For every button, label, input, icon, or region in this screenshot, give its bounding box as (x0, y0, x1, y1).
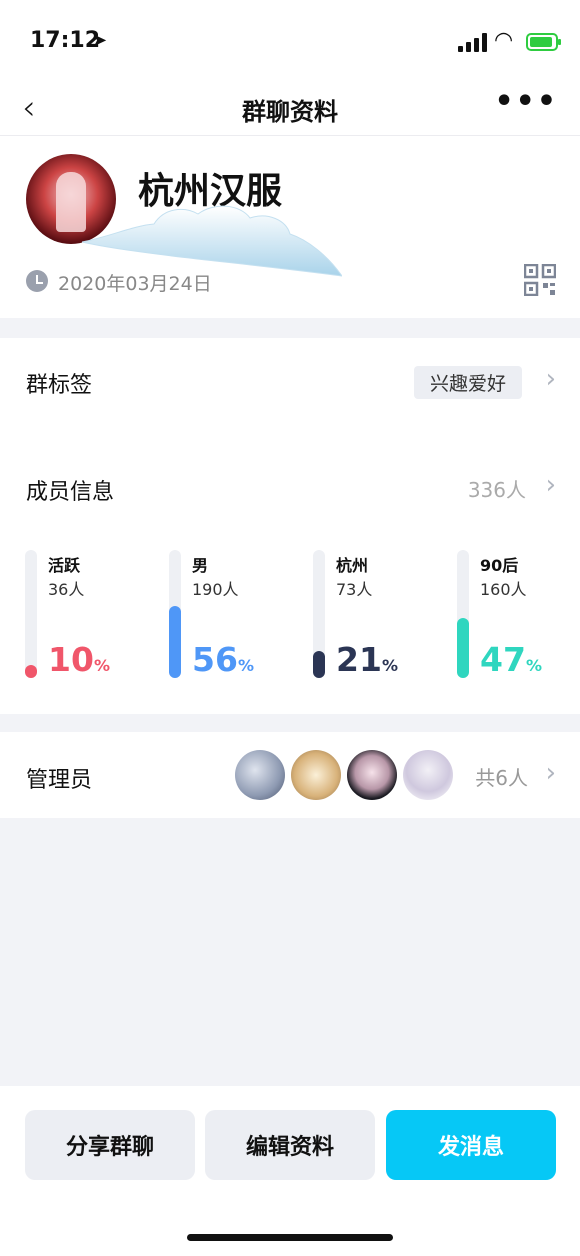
admin-row[interactable]: 管理员 共6人 › (0, 732, 580, 818)
member-info-card: 成员信息 336人 › 活跃 36人 10% 男 190人 56% 杭州 73人… (0, 422, 580, 714)
stat-percent: 47% (480, 640, 542, 679)
admin-total: 共6人 (475, 766, 528, 790)
group-header-card: 杭州汉服 2020年03月24日 (0, 136, 580, 318)
stat-count: 160人 (480, 580, 527, 599)
stat-percent-unit: % (93, 656, 110, 675)
location-arrow-icon: ➤ (92, 30, 108, 51)
stat-percent-unit: % (381, 656, 398, 675)
send-message-button[interactable]: 发消息 (386, 1110, 556, 1180)
chevron-right-icon: › (545, 364, 556, 394)
wifi-icon: ◠ (494, 28, 514, 53)
cellular-signal-icon (458, 32, 488, 52)
chevron-right-icon: › (545, 470, 556, 500)
stat-percent: 21% (336, 640, 398, 679)
cloud-decoration (82, 205, 342, 277)
battery-charging-icon (526, 33, 561, 51)
stat-male: 男 190人 56% (169, 550, 309, 680)
stat-label: 杭州 (336, 556, 369, 575)
stat-percent-unit: % (525, 656, 542, 675)
created-date: 2020年03月24日 (58, 273, 212, 295)
stat-percent-unit: % (237, 656, 254, 675)
admin-label: 管理员 (26, 768, 93, 793)
page-title: 群聊资料 (242, 98, 338, 126)
stat-percent-value: 21 (336, 640, 382, 679)
admin-avatar[interactable] (403, 750, 453, 800)
bottom-action-bar: 分享群聊 编辑资料 发消息 (0, 1086, 580, 1256)
stat-bar-track (25, 550, 37, 678)
admin-avatar[interactable] (291, 750, 341, 800)
stat-count: 73人 (336, 580, 373, 599)
group-tag-label: 群标签 (26, 373, 93, 398)
stat-bar-track (313, 550, 325, 678)
stat-bar-fill (457, 618, 469, 678)
stat-bar-fill (313, 651, 325, 678)
chevron-right-icon: › (545, 758, 556, 788)
stat-percent: 10% (48, 640, 110, 679)
tag-badge: 兴趣爱好 (413, 366, 522, 399)
home-indicator (187, 1234, 393, 1241)
stat-bar-fill (25, 665, 37, 678)
stat-bar-fill (169, 606, 181, 678)
clock-icon (26, 270, 48, 292)
stat-label: 活跃 (48, 556, 81, 575)
more-options-icon[interactable]: ••• (494, 84, 558, 119)
stat-label: 男 (192, 556, 209, 575)
admin-avatar[interactable] (347, 750, 397, 800)
stat-percent: 56% (192, 640, 254, 679)
status-bar: 17:12 ➤ ◠ (0, 0, 580, 80)
stat-count: 190人 (192, 580, 239, 599)
group-tag-row[interactable]: 群标签 兴趣爱好 › (0, 338, 580, 422)
stat-bar-track (457, 550, 469, 678)
stat-post90s: 90后 160人 47% (457, 550, 580, 680)
member-info-label: 成员信息 (26, 480, 115, 505)
nav-bar: ‹ 群聊资料 ••• (0, 80, 580, 136)
stat-active: 活跃 36人 10% (25, 550, 165, 680)
stat-percent-value: 10 (48, 640, 94, 679)
status-time: 17:12 (30, 28, 101, 53)
stat-bar-track (169, 550, 181, 678)
stat-label: 90后 (480, 556, 519, 575)
member-count: 336人 (467, 478, 526, 502)
share-group-button[interactable]: 分享群聊 (25, 1110, 195, 1180)
admin-avatar[interactable] (235, 750, 285, 800)
stat-percent-value: 56 (192, 640, 238, 679)
qr-code-icon[interactable] (524, 264, 556, 296)
stat-hangzhou: 杭州 73人 21% (313, 550, 453, 680)
stat-percent-value: 47 (480, 640, 526, 679)
edit-profile-button[interactable]: 编辑资料 (205, 1110, 375, 1180)
stat-count: 36人 (48, 580, 85, 599)
